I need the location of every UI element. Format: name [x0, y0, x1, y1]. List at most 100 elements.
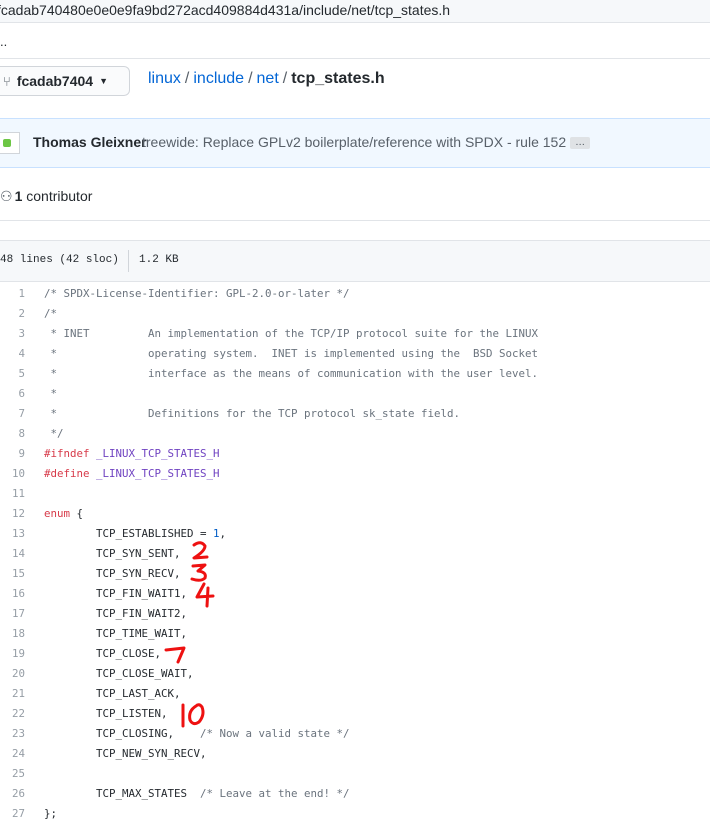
code-line: 17 TCP_FIN_WAIT2, — [0, 604, 710, 624]
code-line: 19 TCP_CLOSE, — [0, 644, 710, 664]
line-number[interactable]: 23 — [0, 724, 25, 744]
code-line: 5 * interface as the means of communicat… — [0, 364, 710, 384]
line-number[interactable]: 10 — [0, 464, 25, 484]
code-token: { — [70, 507, 84, 520]
code-line: 9 #ifndef _LINUX_TCP_STATES_H — [0, 444, 710, 464]
breadcrumb-include-link[interactable]: include — [193, 70, 244, 87]
breadcrumb-file: tcp_states.h — [291, 70, 385, 87]
code-text: TCP_NEW_SYN_RECV, — [44, 747, 207, 760]
code-line: 4 * operating system. INET is implemente… — [0, 344, 710, 364]
code-text: /* SPDX-License-Identifier: GPL-2.0-or-l… — [44, 284, 350, 304]
code-line: 27}; — [0, 804, 710, 824]
code-text: enum { — [44, 504, 83, 524]
code-line: 25 — [0, 764, 710, 784]
code-line: 7 * Definitions for the TCP protocol sk_… — [0, 404, 710, 424]
line-number[interactable]: 22 — [0, 704, 25, 724]
macro-name: _LINUX_TCP_STATES_H — [89, 467, 220, 480]
line-number[interactable]: 19 — [0, 644, 25, 664]
code-text: TCP_TIME_WAIT, — [44, 627, 188, 640]
preprocessor-directive: ifndef — [50, 447, 90, 460]
commit-author[interactable]: Thomas Gleixner — [33, 134, 147, 150]
code-line: 16 TCP_FIN_WAIT1, — [0, 584, 710, 604]
line-number[interactable]: 20 — [0, 664, 25, 684]
code-line: 2 /* — [0, 304, 710, 324]
branch-select-button[interactable]: ⑂ fcadab7404 ▼ — [0, 66, 130, 96]
latest-commit-bar: Thomas Gleixner treewide: Replace GPLv2 … — [0, 118, 710, 168]
line-number[interactable]: 25 — [0, 764, 25, 784]
code-text: * operating system. INET is implemented … — [44, 344, 539, 364]
line-number[interactable]: 18 — [0, 624, 25, 644]
line-number[interactable]: 1 — [0, 284, 25, 304]
code-text: TCP_CLOSING, /* Now a valid state */ — [44, 724, 350, 744]
comment: * INET An implementation of the TCP/IP p… — [44, 327, 539, 340]
code-line: 24 TCP_NEW_SYN_RECV, — [0, 744, 710, 764]
breadcrumb-repo-link[interactable]: linux — [148, 70, 181, 87]
code-line: 13 TCP_ESTABLISHED = 1, — [0, 524, 710, 544]
macro-name: _LINUX_TCP_STATES_H — [89, 447, 220, 460]
line-number[interactable]: 9 — [0, 444, 25, 464]
code-text: TCP_SYN_RECV, — [44, 567, 181, 580]
line-number[interactable]: 3 — [0, 324, 25, 344]
line-number[interactable]: 7 — [0, 404, 25, 424]
avatar[interactable] — [0, 132, 20, 154]
line-number[interactable]: 15 — [0, 564, 25, 584]
git-branch-icon: ⑂ — [3, 73, 11, 89]
line-number[interactable]: 5 — [0, 364, 25, 384]
contributor-count: 1 — [14, 188, 23, 204]
contributors[interactable]: ⚇ 1 contributor — [0, 188, 92, 205]
comment: /* — [44, 307, 58, 320]
code-line: 1 /* SPDX-License-Identifier: GPL-2.0-or-… — [0, 284, 710, 304]
comment: * interface as the means of communicatio… — [44, 367, 539, 380]
breadcrumb-net-link[interactable]: net — [257, 70, 279, 87]
line-number[interactable]: 12 — [0, 504, 25, 524]
path-bar: fcadab740480e0e0e9fa9bd272acd409884d431a… — [0, 0, 710, 23]
code-text: TCP_LISTEN, — [44, 707, 168, 720]
breadcrumb-separator: / — [184, 70, 190, 87]
line-number[interactable]: 8 — [0, 424, 25, 444]
line-number[interactable]: 21 — [0, 684, 25, 704]
line-number[interactable]: 16 — [0, 584, 25, 604]
code-token: , — [219, 527, 227, 540]
line-number[interactable]: 17 — [0, 604, 25, 624]
code-token: TCP_ESTABLISHED = — [44, 527, 214, 540]
code-line: 22 TCP_LISTEN, — [0, 704, 710, 724]
line-number[interactable]: 24 — [0, 744, 25, 764]
code-line: 6 * — [0, 384, 710, 404]
code-line: 23 TCP_CLOSING, /* Now a valid state */ — [0, 724, 710, 744]
line-number[interactable]: 27 — [0, 804, 25, 824]
commit-message-text[interactable]: treewide: Replace GPLv2 boilerplate/refe… — [142, 134, 566, 150]
comment: /* Leave at the end! */ — [200, 787, 350, 800]
code-text: TCP_FIN_WAIT2, — [44, 607, 188, 620]
line-number[interactable]: 6 — [0, 384, 25, 404]
line-number[interactable]: 2 — [0, 304, 25, 324]
code-text: TCP_CLOSE, — [44, 647, 162, 660]
code-line: 10 #define _LINUX_TCP_STATES_H — [0, 464, 710, 484]
code-text: */ — [44, 424, 64, 444]
line-number[interactable]: 26 — [0, 784, 25, 804]
contributor-label: contributor — [26, 188, 93, 204]
code-line: 3 * INET An implementation of the TCP/IP… — [0, 324, 710, 344]
breadcrumb: linux / include / net / tcp_states.h — [148, 70, 385, 88]
code-text: * interface as the means of communicatio… — [44, 364, 539, 384]
code-line: 8 */ — [0, 424, 710, 444]
line-number[interactable]: 14 — [0, 544, 25, 564]
line-number[interactable]: 11 — [0, 484, 25, 504]
path-bar-text: fcadab740480e0e0e9fa9bd272acd409884d431a… — [0, 2, 451, 18]
parent-directory-link[interactable]: .. — [0, 34, 7, 49]
code-text: TCP_SYN_SENT, — [44, 547, 181, 560]
breadcrumb-separator: / — [248, 70, 253, 87]
line-count: 48 lines (42 sloc) — [0, 254, 119, 266]
comment: * Definitions for the TCP protocol sk_st… — [44, 407, 461, 420]
preprocessor-directive: define — [50, 467, 90, 480]
commit-message: treewide: Replace GPLv2 boilerplate/refe… — [142, 134, 591, 150]
expand-commit-button[interactable]: … — [570, 137, 591, 150]
line-number[interactable]: 13 — [0, 524, 25, 544]
code-line: 14 TCP_SYN_SENT, — [0, 544, 710, 564]
file-header: 48 lines (42 sloc) 1.2 KB — [0, 240, 710, 282]
divider — [0, 58, 710, 59]
code-text: * INET An implementation of the TCP/IP p… — [44, 324, 539, 344]
line-number[interactable]: 4 — [0, 344, 25, 364]
breadcrumb-separator: / — [282, 70, 288, 87]
branch-label: fcadab7404 — [16, 73, 94, 89]
file-size: 1.2 KB — [139, 254, 179, 266]
